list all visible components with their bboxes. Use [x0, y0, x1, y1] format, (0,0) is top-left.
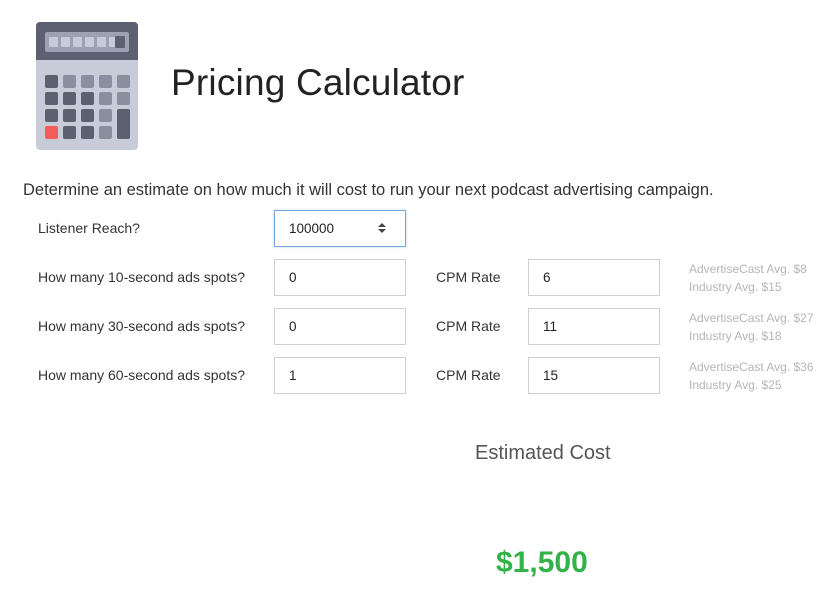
thirty-second-spots-input[interactable]	[274, 308, 406, 345]
calculator-icon	[36, 22, 138, 150]
advertisecast-avg-text: AdvertiseCast Avg. $27	[689, 311, 814, 325]
thirty-second-averages: AdvertiseCast Avg. $27 Industry Avg. $18	[689, 309, 814, 345]
ten-second-spots-input[interactable]	[274, 259, 406, 296]
thirty-second-cpm-label: CPM Rate	[436, 318, 501, 334]
ten-second-cpm-label: CPM Rate	[436, 269, 501, 285]
ten-second-cpm-input[interactable]	[528, 259, 660, 296]
ten-second-averages: AdvertiseCast Avg. $8 Industry Avg. $15	[689, 260, 807, 296]
advertisecast-avg-text: AdvertiseCast Avg. $8	[689, 262, 807, 276]
sixty-second-cpm-input[interactable]	[528, 357, 660, 394]
sixty-second-spots-input[interactable]	[274, 357, 406, 394]
ten-second-spots-label: How many 10-second ads spots?	[38, 269, 245, 285]
industry-avg-text: Industry Avg. $18	[689, 329, 782, 343]
sixty-second-spots-label: How many 60-second ads spots?	[38, 367, 245, 383]
sixty-second-averages: AdvertiseCast Avg. $36 Industry Avg. $25	[689, 358, 814, 394]
listener-reach-label: Listener Reach?	[38, 220, 140, 236]
estimated-cost-label: Estimated Cost	[475, 442, 611, 464]
advertisecast-avg-text: AdvertiseCast Avg. $36	[689, 360, 814, 374]
estimated-cost-value: $1,500	[496, 546, 588, 579]
thirty-second-spots-label: How many 30-second ads spots?	[38, 318, 245, 334]
industry-avg-text: Industry Avg. $25	[689, 378, 782, 392]
sixty-second-cpm-label: CPM Rate	[436, 367, 501, 383]
number-spinner-icon[interactable]	[377, 222, 387, 234]
page-description: Determine an estimate on how much it wil…	[23, 181, 714, 199]
thirty-second-cpm-input[interactable]	[528, 308, 660, 345]
page-title: Pricing Calculator	[171, 62, 465, 103]
industry-avg-text: Industry Avg. $15	[689, 280, 782, 294]
